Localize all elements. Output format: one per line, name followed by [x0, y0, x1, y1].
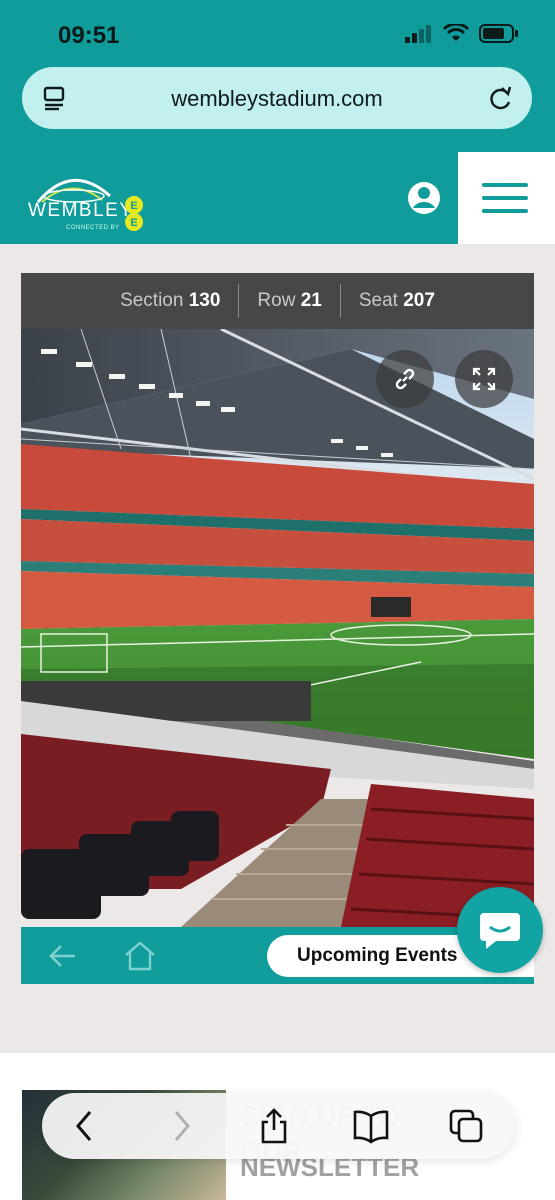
- url-text[interactable]: wembleystadium.com: [22, 86, 532, 112]
- wifi-icon: [443, 24, 469, 41]
- hamburger-menu-icon[interactable]: [458, 152, 555, 244]
- link-icon[interactable]: [376, 350, 434, 408]
- seat-info-bar: Section 130 Row 21 Seat 207: [21, 273, 534, 329]
- back-arrow-icon[interactable]: [47, 942, 77, 970]
- section-info: Section 130: [120, 290, 221, 311]
- user-account-icon[interactable]: [404, 178, 444, 218]
- ee-logo-icon: E E: [125, 196, 143, 231]
- fullscreen-icon[interactable]: [455, 350, 513, 408]
- reload-icon[interactable]: [488, 84, 514, 112]
- wembley-logo[interactable]: WEMBLEY CONNECTED BY E E: [26, 166, 156, 236]
- status-icons: [405, 24, 519, 43]
- seat-view-image[interactable]: [21, 329, 534, 927]
- site-header: WEMBLEY CONNECTED BY E E: [0, 152, 555, 244]
- safari-back-icon[interactable]: [72, 1108, 96, 1144]
- safari-forward-icon[interactable]: [170, 1108, 194, 1144]
- home-icon[interactable]: [123, 940, 157, 972]
- battery-icon: [479, 24, 518, 43]
- status-time: 09:51: [58, 22, 120, 49]
- svg-text:E: E: [130, 200, 137, 212]
- browser-chrome: 09:51 wembleystadium.com: [0, 0, 555, 152]
- url-bar[interactable]: wembleystadium.com: [22, 67, 532, 129]
- chat-icon[interactable]: [457, 887, 543, 973]
- logo-subtext: CONNECTED BY: [66, 225, 120, 231]
- bookmarks-icon[interactable]: [352, 1108, 390, 1144]
- signal-icon: [405, 24, 431, 43]
- svg-text:E: E: [130, 217, 137, 229]
- row-info: Row 21: [257, 290, 322, 311]
- logo-wordmark: WEMBLEY: [28, 200, 134, 221]
- browser-toolbar: [42, 1093, 515, 1159]
- seat-number-info: Seat 207: [358, 290, 435, 311]
- tabs-icon[interactable]: [448, 1108, 484, 1144]
- share-icon[interactable]: [258, 1108, 290, 1144]
